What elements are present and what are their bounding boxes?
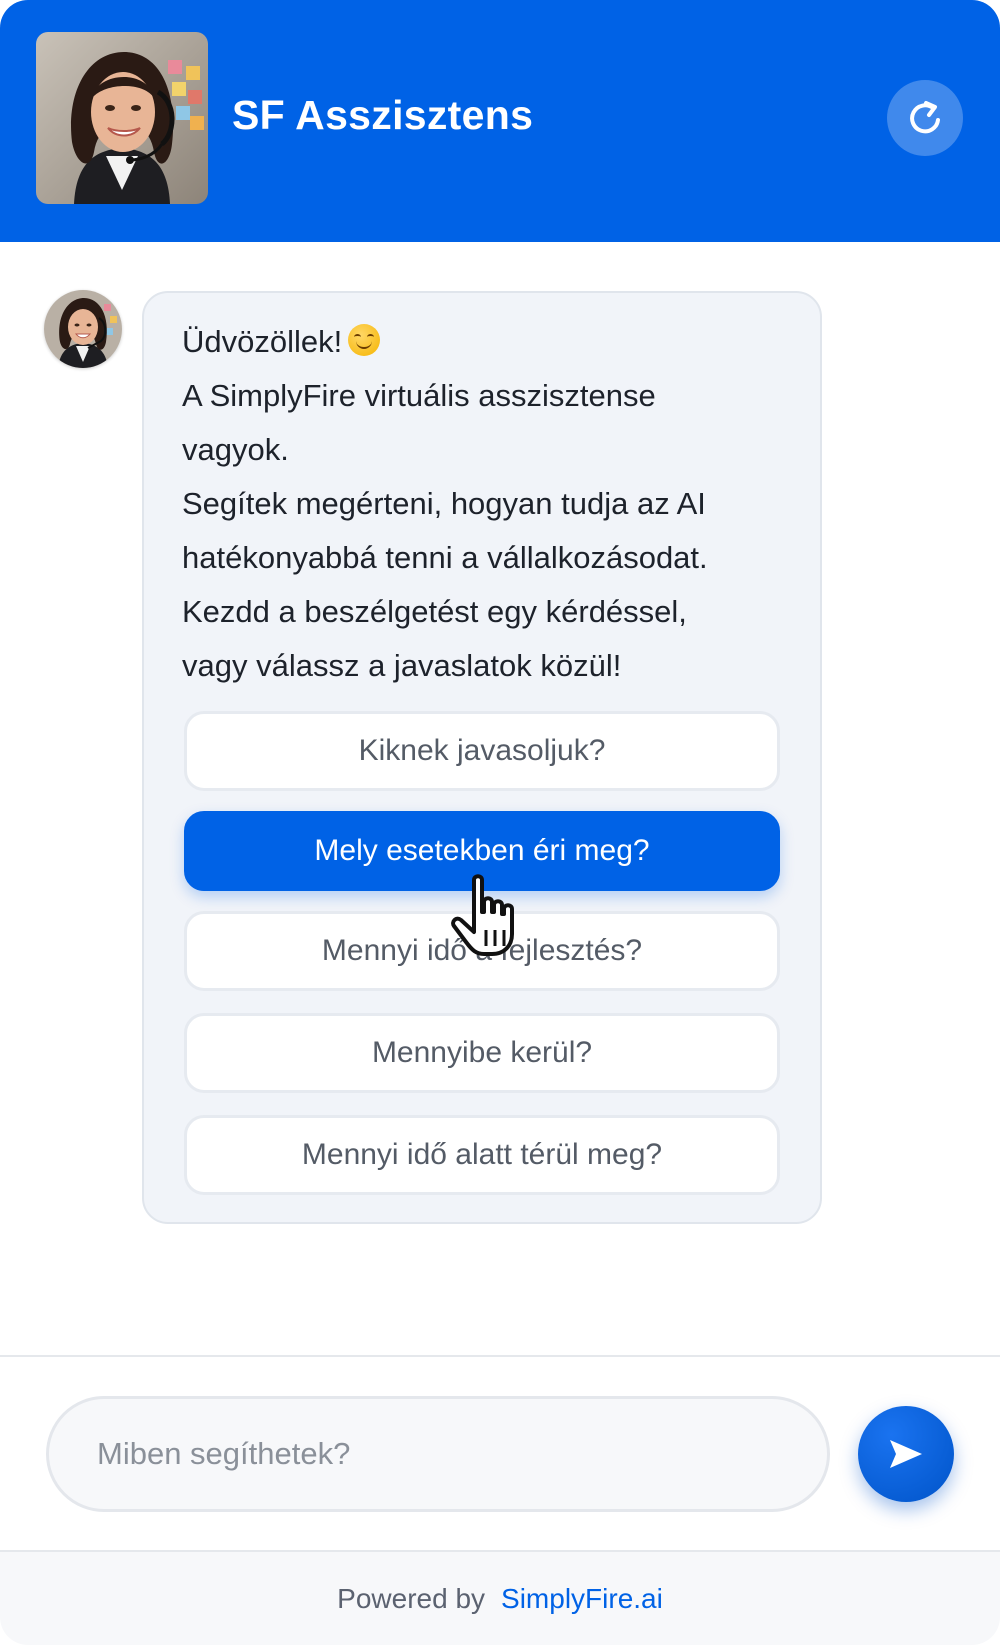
suggestion-button-kiknek[interactable]: Kiknek javasoljuk? — [184, 711, 780, 791]
message-line: vagy válassz a javaslatok közül! — [182, 648, 622, 683]
agent-photo-icon — [44, 290, 122, 368]
send-button[interactable] — [858, 1406, 954, 1502]
bot-message-text: Üdvözöllek! A SimplyFire virtuális asszi… — [182, 315, 782, 693]
chat-footer: Powered by SimplyFire.ai — [0, 1550, 1000, 1645]
hand-cursor-icon — [451, 874, 514, 956]
chat-widget: SF Asszisztens Üdvözöllek! A SimplyFire … — [0, 0, 1000, 1645]
agent-avatar — [36, 32, 208, 204]
smiling-face-emoji-icon — [348, 324, 381, 356]
bot-message-bubble: Üdvözöllek! A SimplyFire virtuális asszi… — [142, 291, 822, 1224]
message-line: hatékonyabbá tenni a vállalkozásodat. — [182, 540, 708, 575]
refresh-button[interactable] — [887, 80, 963, 156]
suggestion-button-mennyibe-kerul[interactable]: Mennyibe kerül? — [184, 1013, 780, 1093]
footer-text: Powered by SimplyFire.ai — [0, 1552, 1000, 1645]
chat-header: SF Asszisztens — [0, 0, 1000, 242]
send-icon — [890, 1440, 922, 1468]
agent-photo-icon — [36, 32, 208, 204]
suggestion-button-mennyi-ido-terul-meg[interactable]: Mennyi idő alatt térül meg? — [184, 1115, 780, 1195]
powered-by-label: Powered by — [337, 1582, 486, 1614]
refresh-icon — [910, 101, 940, 134]
message-line: A SimplyFire virtuális asszisztense — [182, 378, 656, 413]
brand-link[interactable]: SimplyFire.ai — [501, 1583, 663, 1615]
message-input[interactable] — [46, 1396, 830, 1512]
message-line: Kezdd a beszélgetést egy kérdéssel, — [182, 594, 687, 629]
header-title: SF Asszisztens — [232, 92, 534, 138]
input-divider — [0, 1355, 1000, 1357]
bot-avatar — [44, 290, 122, 368]
message-line: vagyok. — [182, 432, 289, 467]
greeting-text: Üdvözöllek! — [182, 324, 343, 359]
message-line: Segítek megérteni, hogyan tudja az AI — [182, 486, 706, 521]
